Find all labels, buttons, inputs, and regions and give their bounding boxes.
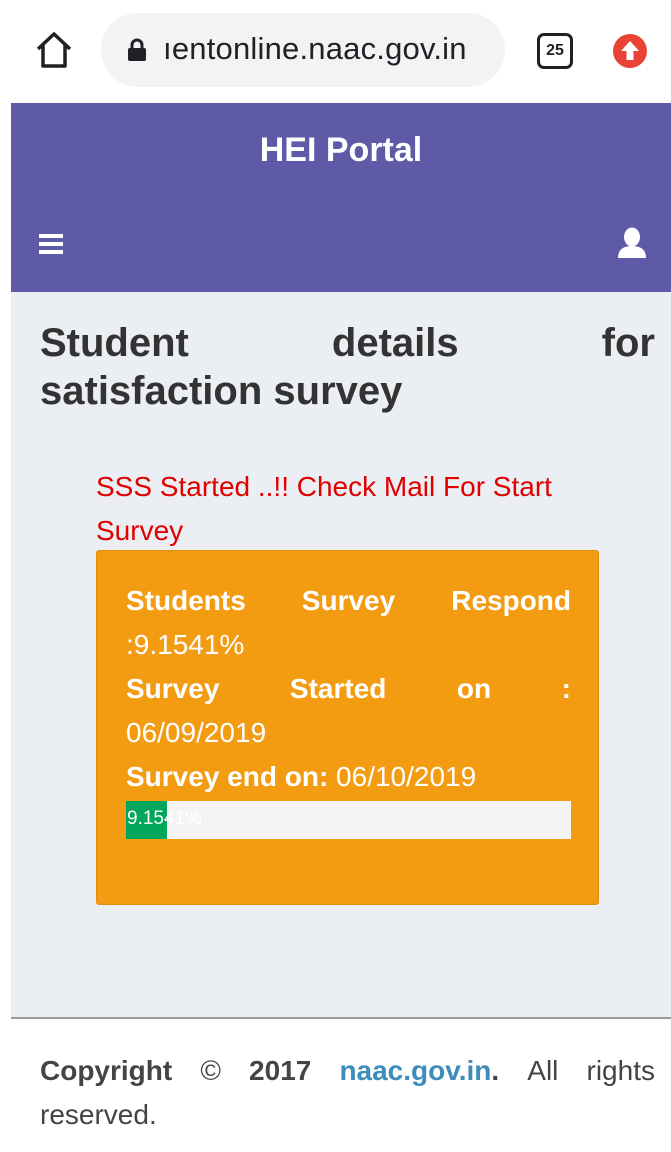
url-text: ıentonline.naac.gov.in [163,31,467,66]
update-icon[interactable] [612,33,648,69]
progress-bar: 9.1541% [126,801,571,839]
portal-page: HEI Portal Student details for satisfact… [11,103,671,1152]
respond-label-word: Students [126,585,246,616]
end-date: 06/10/2019 [336,761,477,792]
footer-period: . [491,1055,500,1086]
respond-label-word: Survey [301,585,396,616]
lock-icon [127,38,147,62]
start-label-word: Started [289,673,387,704]
respond-value: :9.1541% [126,629,245,660]
start-label-word: Survey [126,673,220,704]
page-title-word: Student [40,321,189,365]
user-icon[interactable] [617,227,647,259]
rights-word: All [527,1055,559,1086]
page-title-word: for [601,321,655,365]
respond-label-word: Respond [451,585,571,616]
survey-status-message: SSS Started ..!! Check Mail For Start Su… [96,471,552,546]
progress-label: 9.1541% [127,808,203,829]
address-bar[interactable]: ıentonline.naac.gov.in [101,13,505,87]
survey-start: Survey Started on : 06/09/2019 [126,667,571,755]
portal-title: HEI Portal [259,131,423,169]
copyright-symbol: © [200,1055,221,1086]
survey-info-box: Students Survey Respond :9.1541% Survey … [96,550,599,905]
start-date: 06/09/2019 [126,717,267,748]
start-label-word: : [561,673,571,704]
home-icon[interactable] [34,30,74,70]
respond-rate: Students Survey Respond :9.1541% [126,579,571,667]
copyright-line2: reserved. [40,1099,157,1130]
page-title-line2: satisfaction survey [40,369,403,413]
page-title-word: details [331,321,459,365]
browser-toolbar: ıentonline.naac.gov.in 25 [0,0,671,103]
survey-end: Survey end on: 06/10/2019 [126,755,571,799]
end-label: Survey end on: [126,761,329,792]
copyright-year: 2017 [249,1055,312,1086]
start-label-word: on [456,673,492,704]
rights-word: rights [586,1055,655,1086]
page-title: Student details for satisfaction survey [40,319,655,415]
naac-link[interactable]: naac.gov.in [339,1055,491,1086]
tab-switcher-icon[interactable]: 25 [537,33,573,69]
portal-header: HEI Portal [11,103,671,292]
copyright-text: Copyright © 2017 naac.gov.in. All rights… [40,1049,655,1137]
copyright-word: Copyright [40,1055,173,1086]
menu-icon[interactable] [39,234,63,254]
footer: Copyright © 2017 naac.gov.in. All rights… [11,1019,671,1152]
